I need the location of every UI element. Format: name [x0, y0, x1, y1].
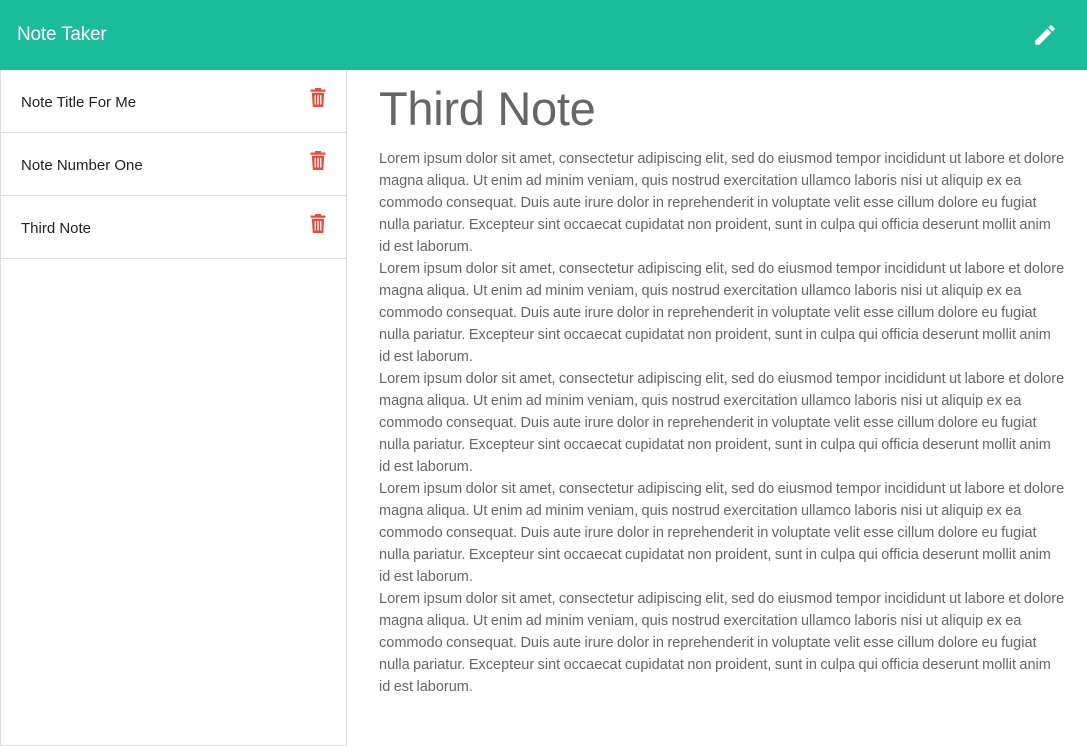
list-item[interactable]: Note Title For Me: [1, 70, 346, 133]
note-list: Note Title For Me Note Number One Third …: [1, 70, 346, 259]
new-note-button[interactable]: [1029, 19, 1061, 51]
app-brand[interactable]: Note Taker: [17, 24, 107, 46]
note-view: Third Note Lorem ipsum dolor sit amet, c…: [347, 70, 1087, 746]
delete-note-button[interactable]: [308, 85, 328, 109]
note-paragraph: Lorem ipsum dolor sit amet, consectetur …: [379, 371, 1065, 475]
notes-sidebar: Note Title For Me Note Number One Third …: [0, 70, 347, 746]
list-item[interactable]: Note Number One: [1, 133, 346, 196]
trash-icon: [310, 213, 326, 233]
trash-icon: [310, 87, 326, 107]
navbar: Note Taker: [0, 0, 1087, 70]
list-item[interactable]: Third Note: [1, 196, 346, 259]
note-item-title: Third Note: [21, 219, 92, 237]
trash-icon: [310, 150, 326, 170]
note-paragraph: Lorem ipsum dolor sit amet, consectetur …: [379, 261, 1065, 365]
delete-note-button[interactable]: [308, 148, 328, 172]
delete-note-button[interactable]: [308, 211, 328, 235]
note-paragraph: Lorem ipsum dolor sit amet, consectetur …: [379, 591, 1065, 695]
note-title: Third Note: [379, 82, 596, 135]
note-paragraph: Lorem ipsum dolor sit amet, consectetur …: [379, 481, 1065, 585]
note-paragraph: Lorem ipsum dolor sit amet, consectetur …: [379, 151, 1065, 255]
pencil-icon: [1035, 25, 1055, 45]
note-item-title: Note Number One: [21, 156, 143, 174]
note-item-title: Note Title For Me: [21, 93, 137, 111]
note-body: Lorem ipsum dolor sit amet, consectetur …: [379, 148, 1065, 698]
